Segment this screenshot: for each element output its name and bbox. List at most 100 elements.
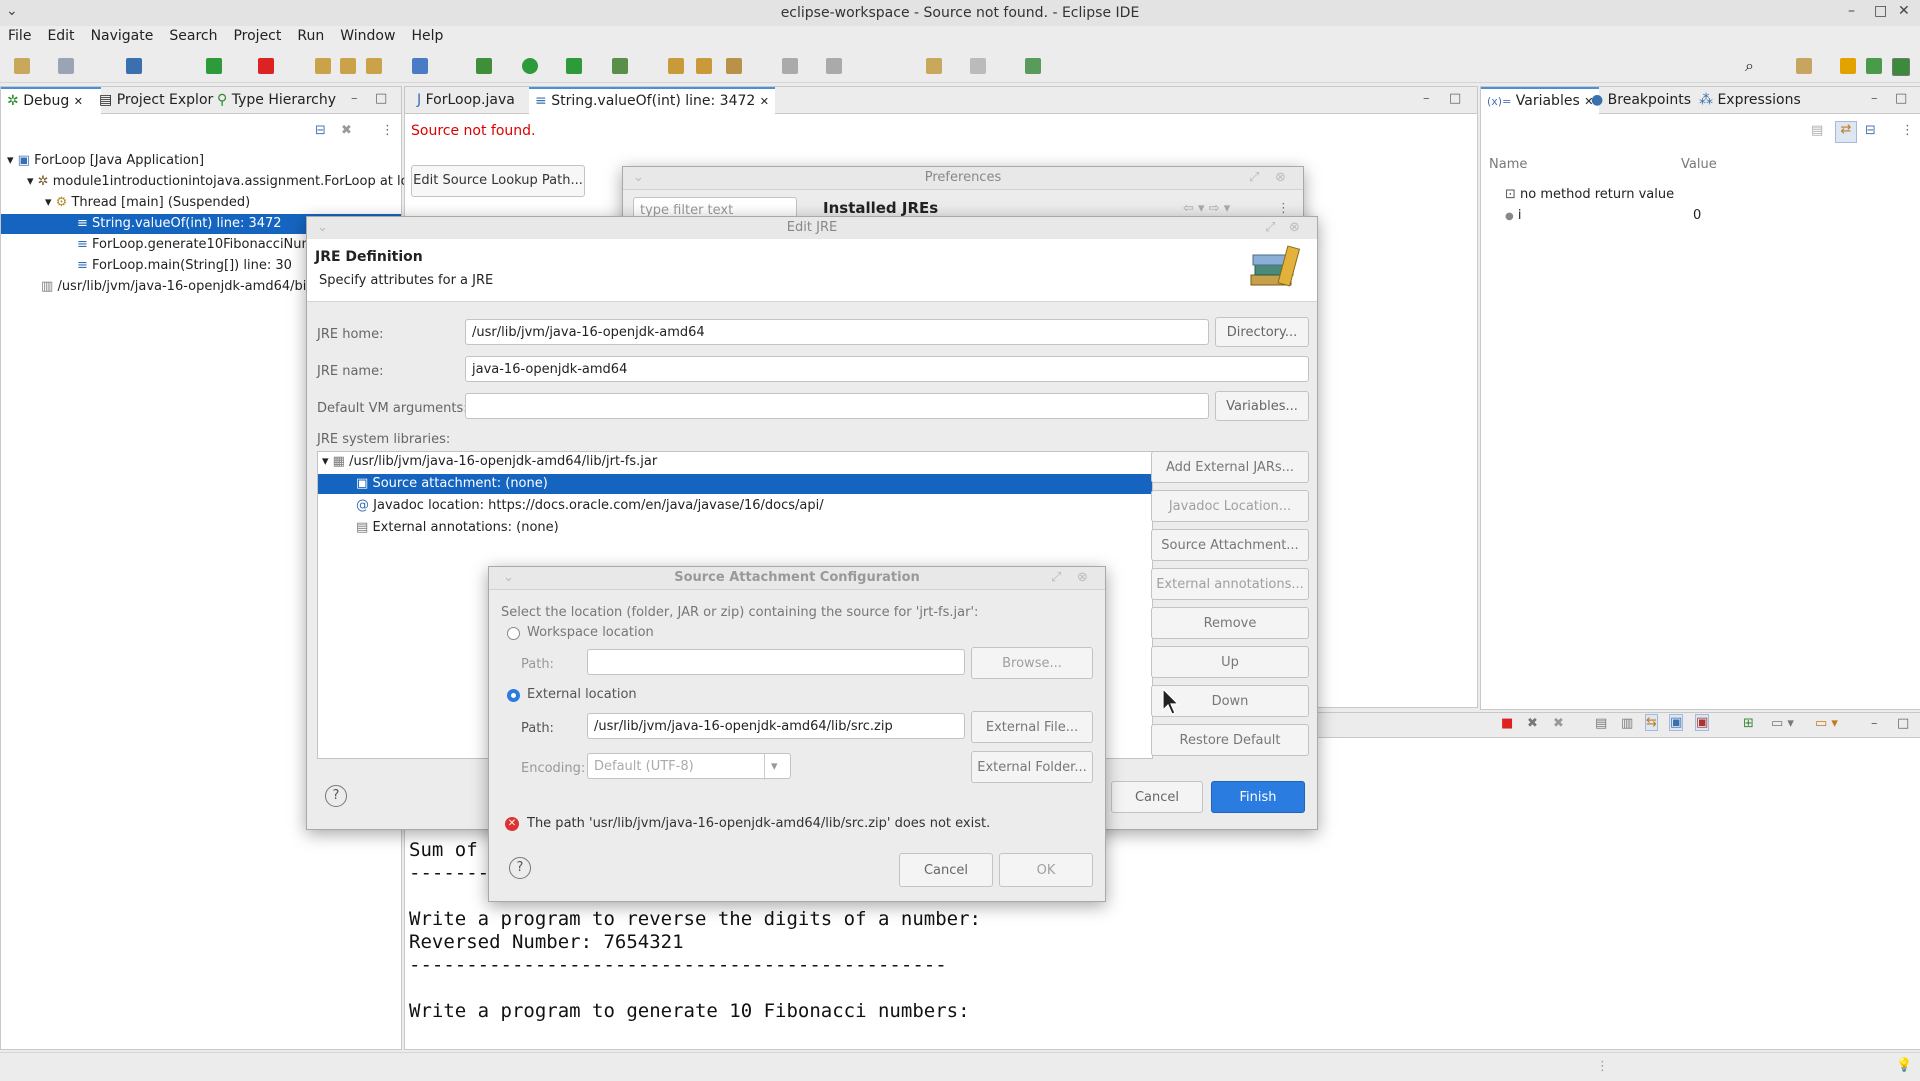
javadoc-location-row[interactable]: @ Javadoc location: https://docs.oracle.… <box>356 496 824 516</box>
close-tab-icon[interactable]: ✕ <box>74 95 83 108</box>
tab-type-hierarchy[interactable]: ⚲ Type Hierarchy <box>211 87 342 113</box>
tab-expressions[interactable]: ⁂ Expressions <box>1693 87 1807 113</box>
browse-button[interactable]: Browse... <box>971 647 1093 679</box>
chevron-down-icon[interactable]: ▾ <box>764 754 778 780</box>
debug-icon[interactable] <box>476 58 492 74</box>
variables-button[interactable]: Variables... <box>1215 391 1309 421</box>
maximize-view-icon[interactable]: □ <box>375 91 387 106</box>
dialog-menu-icon[interactable]: ⌄ <box>633 167 644 189</box>
external-location-radio[interactable] <box>507 689 520 702</box>
vm-args-input[interactable] <box>465 393 1209 419</box>
open-task-icon[interactable] <box>696 58 712 74</box>
external-annotations-button[interactable]: External annotations... <box>1151 568 1309 600</box>
search-icon[interactable]: ⌕ <box>1745 58 1761 74</box>
source-attachment-button[interactable]: Source Attachment... <box>1151 529 1309 561</box>
open-perspective-icon[interactable] <box>1796 58 1812 74</box>
terminate-icon[interactable]: ■ <box>1501 716 1513 731</box>
encoding-select[interactable]: Default (UTF-8) ▾ <box>587 753 791 780</box>
tab-forloop-java[interactable]: J ForLoop.java <box>411 87 521 113</box>
clear-console-icon[interactable]: ▤ <box>1595 716 1607 731</box>
pin-console-icon[interactable]: ⊞ <box>1743 716 1754 731</box>
minimize-view-icon[interactable]: – <box>1871 716 1878 731</box>
menu-project[interactable]: Project <box>225 26 289 44</box>
next-annotation-icon[interactable] <box>782 58 798 74</box>
dialog-menu-icon[interactable]: ⌄ <box>503 567 514 589</box>
tip-lightbulb-icon[interactable]: 💡 <box>1896 1058 1912 1073</box>
external-path-input[interactable]: /usr/lib/jvm/java-16-openjdk-amd64/lib/s… <box>587 713 965 739</box>
variable-row[interactable]: ● i <box>1505 206 1522 226</box>
show-console-stderr-icon[interactable]: ▣ <box>1695 714 1710 731</box>
resume-icon[interactable] <box>206 58 222 74</box>
minimize-view-icon[interactable]: – <box>1871 91 1878 106</box>
restore-icon[interactable]: ⤢ <box>1265 217 1275 239</box>
collapse-all-icon[interactable]: ⊟ <box>315 123 326 138</box>
workspace-path-input[interactable] <box>587 649 965 675</box>
maximize-view-icon[interactable]: □ <box>1897 716 1909 731</box>
menu-navigate[interactable]: Navigate <box>83 26 162 44</box>
nav-back-icon[interactable]: ⇦ ▾ ⇨ ▾ <box>1183 201 1230 216</box>
forward-icon[interactable] <box>970 58 986 74</box>
collapse-all-icon[interactable]: ⊟ <box>1865 123 1876 138</box>
step-over-icon[interactable] <box>340 58 356 74</box>
external-tools-icon[interactable] <box>612 58 628 74</box>
tree-frame[interactable]: ≡ ForLoop.main(String[]) line: 30 <box>77 256 292 276</box>
word-wrap-icon[interactable]: ⇆ <box>1645 714 1658 731</box>
show-type-names-icon[interactable]: ▤ <box>1811 123 1823 138</box>
show-logical-structure-icon[interactable]: ⇄ <box>1835 121 1857 143</box>
javadoc-location-button[interactable]: Javadoc Location... <box>1151 490 1309 522</box>
view-menu-icon[interactable]: ⋮ <box>1277 201 1290 216</box>
workspace-location-radio[interactable] <box>507 627 520 640</box>
external-folder-button[interactable]: External Folder... <box>971 751 1093 783</box>
cancel-button[interactable]: Cancel <box>1111 781 1203 813</box>
terminal-icon[interactable] <box>126 58 142 74</box>
tree-target[interactable]: ▾ ✲ module1introductionintojava.assignme… <box>27 172 424 192</box>
show-console-stdout-icon[interactable]: ▣ <box>1669 714 1684 731</box>
jre-home-input[interactable]: /usr/lib/jvm/java-16-openjdk-amd64 <box>465 319 1209 345</box>
directory-button[interactable]: Directory... <box>1215 317 1309 347</box>
column-value-header[interactable]: Value <box>1681 157 1717 172</box>
minimize-editor-icon[interactable]: – <box>1423 91 1430 106</box>
dialog-menu-icon[interactable]: ⌄ <box>317 217 328 239</box>
menu-edit[interactable]: Edit <box>39 26 82 44</box>
remove-button[interactable]: Remove <box>1151 607 1309 639</box>
pin-editor-icon[interactable] <box>1025 58 1041 74</box>
help-icon[interactable]: ? <box>325 785 347 807</box>
variable-row[interactable]: ⊡ no method return value <box>1505 185 1674 205</box>
back-icon[interactable] <box>926 58 942 74</box>
menu-run[interactable]: Run <box>289 26 332 44</box>
close-icon[interactable]: ⊗ <box>1289 217 1300 239</box>
display-console-icon[interactable]: ▭ ▾ <box>1771 716 1794 731</box>
maximize-icon[interactable]: □ <box>1874 3 1887 19</box>
tab-variables[interactable]: (x)= Variables ✕ <box>1481 87 1600 115</box>
view-menu-icon[interactable]: ⋮ <box>1901 123 1914 138</box>
tab-string-valueof[interactable]: ≡ String.valueOf(int) line: 3472 ✕ <box>529 87 775 115</box>
edit-source-lookup-button[interactable]: Edit Source Lookup Path... <box>411 165 585 197</box>
add-external-jars-button[interactable]: Add External JARs... <box>1151 451 1309 483</box>
close-icon[interactable]: ⊗ <box>1077 567 1088 589</box>
menu-window[interactable]: Window <box>332 26 403 44</box>
step-into-icon[interactable] <box>315 58 331 74</box>
ok-button[interactable]: OK <box>999 853 1093 887</box>
restore-icon[interactable]: ⤢ <box>1249 167 1259 189</box>
maximize-editor-icon[interactable]: □ <box>1449 91 1461 106</box>
help-icon[interactable]: ? <box>509 857 531 879</box>
remove-launch-icon[interactable]: ✖ <box>1527 716 1538 731</box>
minimize-icon[interactable]: – <box>1848 3 1855 19</box>
tab-debug[interactable]: ✲ Debug ✕ <box>1 87 101 115</box>
up-button[interactable]: Up <box>1151 646 1309 678</box>
column-name-header[interactable]: Name <box>1489 157 1527 172</box>
close-tab-icon[interactable]: ✕ <box>760 95 769 108</box>
jre-name-input[interactable]: java-16-openjdk-amd64 <box>465 356 1309 382</box>
scroll-lock-icon[interactable]: ▥ <box>1621 716 1633 731</box>
java-perspective-icon[interactable] <box>1840 58 1856 74</box>
coverage-icon[interactable] <box>566 58 582 74</box>
menu-search[interactable]: Search <box>161 26 225 44</box>
prev-annotation-icon[interactable] <box>826 58 842 74</box>
minimize-view-icon[interactable]: – <box>351 91 358 106</box>
tree-process[interactable]: ▥ /usr/lib/jvm/java-16-openjdk-amd64/bin… <box>41 277 319 297</box>
restore-icon[interactable]: ⤢ <box>1051 567 1061 589</box>
restore-default-button[interactable]: Restore Default <box>1151 724 1309 756</box>
use-step-filters-icon[interactable] <box>412 58 428 74</box>
library-jar-row[interactable]: ▾ ▦ /usr/lib/jvm/java-16-openjdk-amd64/l… <box>322 452 657 472</box>
tree-launch[interactable]: ▾ ▣ ForLoop [Java Application] <box>7 151 204 171</box>
